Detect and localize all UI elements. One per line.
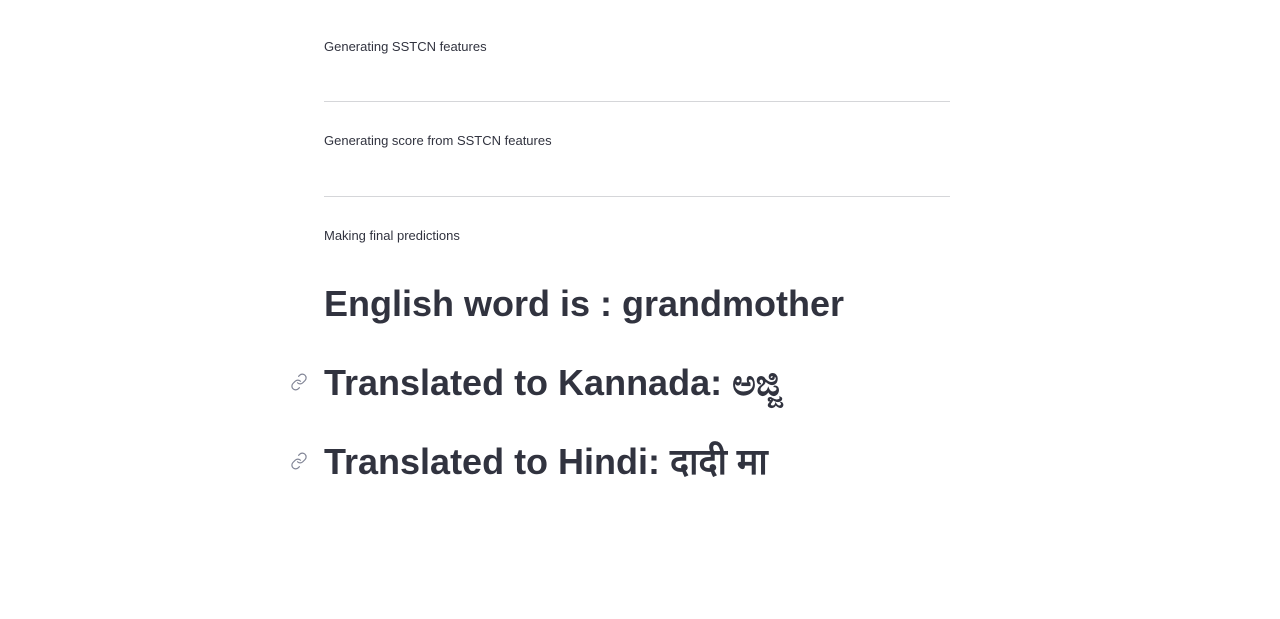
hindi-translation-heading: Translated to Hindi: दादी मा bbox=[324, 441, 768, 482]
divider bbox=[324, 101, 950, 102]
kannada-heading-link-icon[interactable] bbox=[290, 373, 308, 391]
status-step-final-predictions: Making final predictions bbox=[324, 228, 460, 243]
hindi-heading-link-icon[interactable] bbox=[290, 452, 308, 470]
kannada-translation-heading: Translated to Kannada: ಅಜ್ಜಿ bbox=[324, 362, 783, 403]
english-word-heading: English word is : grandmother bbox=[324, 283, 845, 324]
status-step-score: Generating score from SSTCN features bbox=[324, 133, 552, 148]
status-step-sstcn-features: Generating SSTCN features bbox=[324, 39, 487, 54]
divider bbox=[324, 196, 950, 197]
